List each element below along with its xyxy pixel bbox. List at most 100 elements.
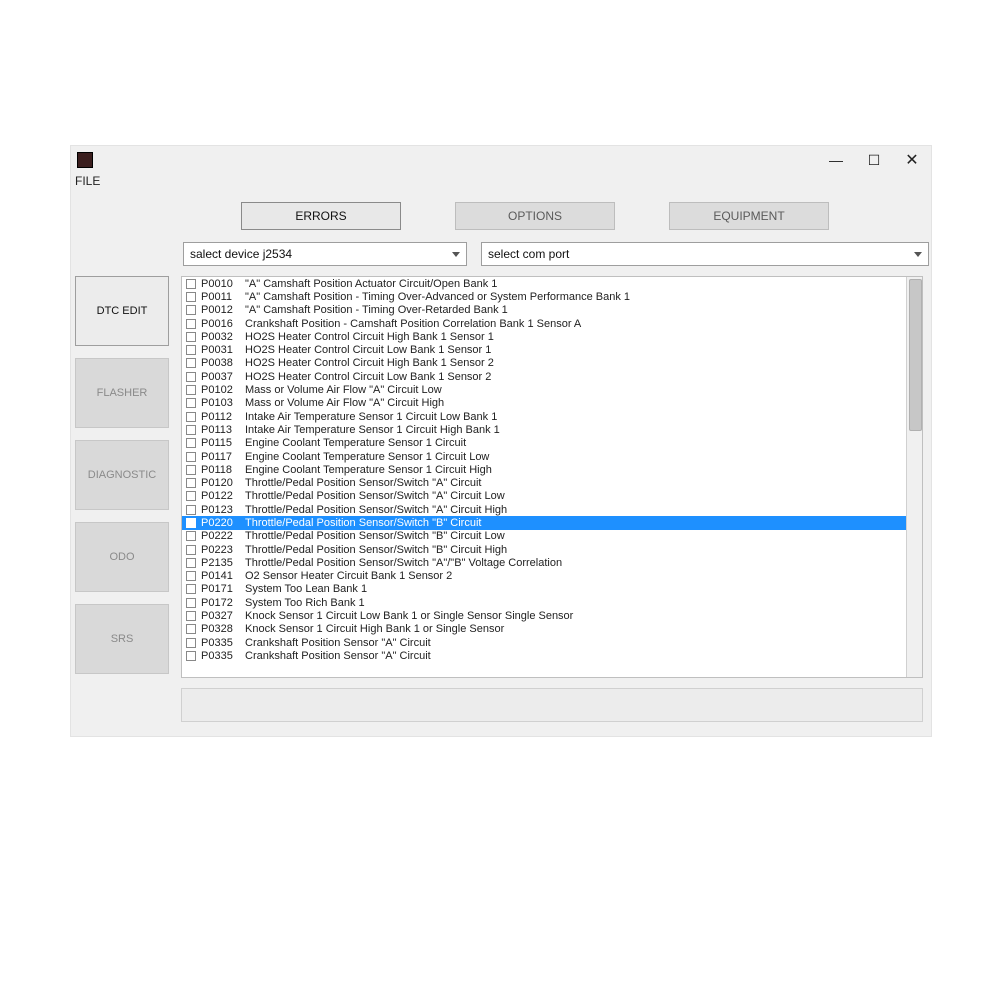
dtc-row-checkbox[interactable] <box>186 584 196 594</box>
dtc-code: P0222 <box>201 530 245 542</box>
close-button[interactable]: ✕ <box>893 146 931 174</box>
dtc-desc: Crankshaft Position Sensor "A" Circuit <box>245 650 431 662</box>
side-tab-odo[interactable]: ODO <box>75 522 169 592</box>
dtc-row-checkbox[interactable] <box>186 292 196 302</box>
dtc-row-checkbox[interactable] <box>186 571 196 581</box>
dtc-row[interactable]: P0171System Too Lean Bank 1 <box>182 583 907 596</box>
dtc-row[interactable]: P0113Intake Air Temperature Sensor 1 Cir… <box>182 423 907 436</box>
dtc-row[interactable]: P0011"A" Camshaft Position - Timing Over… <box>182 290 907 303</box>
dtc-desc: Intake Air Temperature Sensor 1 Circuit … <box>245 424 500 436</box>
comport-select[interactable]: select com port <box>481 242 929 266</box>
dtc-row[interactable]: P0172System Too Rich Bank 1 <box>182 596 907 609</box>
menu-file[interactable]: FILE <box>75 174 100 188</box>
dtc-code: P0141 <box>201 570 245 582</box>
menu-bar: FILE <box>71 174 931 194</box>
dtc-row[interactable]: P0016Crankshaft Position - Camshaft Posi… <box>182 317 907 330</box>
dtc-row[interactable]: P0118Engine Coolant Temperature Sensor 1… <box>182 463 907 476</box>
dtc-row-checkbox[interactable] <box>186 319 196 329</box>
dtc-row-checkbox[interactable] <box>186 478 196 488</box>
dtc-row[interactable]: P0031HO2S Heater Control Circuit Low Ban… <box>182 343 907 356</box>
dtc-row-checkbox[interactable] <box>186 452 196 462</box>
dtc-row-checkbox[interactable] <box>186 385 196 395</box>
tab-options[interactable]: OPTIONS <box>455 202 615 230</box>
dtc-row[interactable]: P0222Throttle/Pedal Position Sensor/Swit… <box>182 530 907 543</box>
dtc-desc: Knock Sensor 1 Circuit High Bank 1 or Si… <box>245 623 504 635</box>
dtc-row[interactable]: P0115Engine Coolant Temperature Sensor 1… <box>182 437 907 450</box>
tab-errors[interactable]: ERRORS <box>241 202 401 230</box>
dtc-row-checkbox[interactable] <box>186 638 196 648</box>
dtc-row-checkbox[interactable] <box>186 358 196 368</box>
dtc-row[interactable]: P0012"A" Camshaft Position - Timing Over… <box>182 304 907 317</box>
dtc-row[interactable]: P0103Mass or Volume Air Flow "A" Circuit… <box>182 397 907 410</box>
dtc-row-checkbox[interactable] <box>186 438 196 448</box>
dtc-row-checkbox[interactable] <box>186 398 196 408</box>
dtc-code: P0012 <box>201 304 245 316</box>
dtc-row-checkbox[interactable] <box>186 624 196 634</box>
dtc-row[interactable]: P0141O2 Sensor Heater Circuit Bank 1 Sen… <box>182 570 907 583</box>
top-tabs: ERRORS OPTIONS EQUIPMENT <box>241 202 829 230</box>
client-area: ERRORS OPTIONS EQUIPMENT salect device j… <box>71 194 931 736</box>
dtc-row[interactable]: P0037HO2S Heater Control Circuit Low Ban… <box>182 370 907 383</box>
dtc-row[interactable]: P0112Intake Air Temperature Sensor 1 Cir… <box>182 410 907 423</box>
dtc-row[interactable]: P0335Crankshaft Position Sensor "A" Circ… <box>182 649 907 662</box>
side-tab-srs[interactable]: SRS <box>75 604 169 674</box>
dtc-row-checkbox[interactable] <box>186 372 196 382</box>
dtc-row[interactable]: P0220Throttle/Pedal Position Sensor/Swit… <box>182 516 907 529</box>
dtc-row-checkbox[interactable] <box>186 505 196 515</box>
dtc-listbox[interactable]: P0010"A" Camshaft Position Actuator Circ… <box>181 276 923 678</box>
dtc-desc: Crankshaft Position Sensor "A" Circuit <box>245 637 431 649</box>
tab-equipment[interactable]: EQUIPMENT <box>669 202 829 230</box>
dtc-desc: Engine Coolant Temperature Sensor 1 Circ… <box>245 437 466 449</box>
dtc-row-checkbox[interactable] <box>186 545 196 555</box>
dtc-desc: Intake Air Temperature Sensor 1 Circuit … <box>245 411 497 423</box>
dtc-row-checkbox[interactable] <box>186 531 196 541</box>
scrollbar-vertical[interactable] <box>906 277 922 677</box>
dtc-row[interactable]: P0038HO2S Heater Control Circuit High Ba… <box>182 357 907 370</box>
dtc-row-checkbox[interactable] <box>186 611 196 621</box>
minimize-button[interactable]: — <box>817 146 855 174</box>
device-select[interactable]: salect device j2534 <box>183 242 467 266</box>
dtc-row[interactable]: P0032HO2S Heater Control Circuit High Ba… <box>182 330 907 343</box>
side-tab-diagnostic[interactable]: DIAGNOSTIC <box>75 440 169 510</box>
dtc-code: P0112 <box>201 411 245 423</box>
dtc-desc: O2 Sensor Heater Circuit Bank 1 Sensor 2 <box>245 570 452 582</box>
dtc-row[interactable]: P0123Throttle/Pedal Position Sensor/Swit… <box>182 503 907 516</box>
dtc-code: P0172 <box>201 597 245 609</box>
dtc-row-checkbox[interactable] <box>186 518 196 528</box>
scrollbar-thumb[interactable] <box>909 279 922 431</box>
dtc-row-checkbox[interactable] <box>186 279 196 289</box>
dtc-desc: Crankshaft Position - Camshaft Position … <box>245 318 581 330</box>
dtc-row[interactable]: P0010"A" Camshaft Position Actuator Circ… <box>182 277 907 290</box>
dtc-code: P0328 <box>201 623 245 635</box>
dtc-code: P0038 <box>201 357 245 369</box>
dtc-row[interactable]: P0223Throttle/Pedal Position Sensor/Swit… <box>182 543 907 556</box>
dtc-code: P0113 <box>201 424 245 436</box>
dtc-row-checkbox[interactable] <box>186 332 196 342</box>
dtc-desc: Throttle/Pedal Position Sensor/Switch "A… <box>245 504 507 516</box>
dtc-row[interactable]: P0328Knock Sensor 1 Circuit High Bank 1 … <box>182 623 907 636</box>
dtc-row-checkbox[interactable] <box>186 651 196 661</box>
dtc-row[interactable]: P0120Throttle/Pedal Position Sensor/Swit… <box>182 476 907 489</box>
dtc-row-checkbox[interactable] <box>186 425 196 435</box>
dtc-desc: "A" Camshaft Position Actuator Circuit/O… <box>245 278 497 290</box>
dtc-row-checkbox[interactable] <box>186 412 196 422</box>
dtc-row[interactable]: P0117Engine Coolant Temperature Sensor 1… <box>182 450 907 463</box>
dtc-row[interactable]: P0122Throttle/Pedal Position Sensor/Swit… <box>182 490 907 503</box>
dtc-desc: "A" Camshaft Position - Timing Over-Adva… <box>245 291 630 303</box>
dtc-row[interactable]: P0335Crankshaft Position Sensor "A" Circ… <box>182 636 907 649</box>
dtc-row-checkbox[interactable] <box>186 305 196 315</box>
dtc-row-checkbox[interactable] <box>186 558 196 568</box>
dtc-desc: Knock Sensor 1 Circuit Low Bank 1 or Sin… <box>245 610 573 622</box>
dtc-row-checkbox[interactable] <box>186 465 196 475</box>
dtc-code: P0102 <box>201 384 245 396</box>
dtc-row[interactable]: P0102Mass or Volume Air Flow "A" Circuit… <box>182 383 907 396</box>
side-tab-flasher[interactable]: FLASHER <box>75 358 169 428</box>
dtc-code: P0031 <box>201 344 245 356</box>
dtc-row-checkbox[interactable] <box>186 345 196 355</box>
dtc-row[interactable]: P2135Throttle/Pedal Position Sensor/Swit… <box>182 556 907 569</box>
side-tab-dtc-edit[interactable]: DTC EDIT <box>75 276 169 346</box>
dtc-row-checkbox[interactable] <box>186 598 196 608</box>
dtc-row-checkbox[interactable] <box>186 491 196 501</box>
dtc-row[interactable]: P0327Knock Sensor 1 Circuit Low Bank 1 o… <box>182 609 907 622</box>
maximize-button[interactable]: ☐ <box>855 146 893 174</box>
